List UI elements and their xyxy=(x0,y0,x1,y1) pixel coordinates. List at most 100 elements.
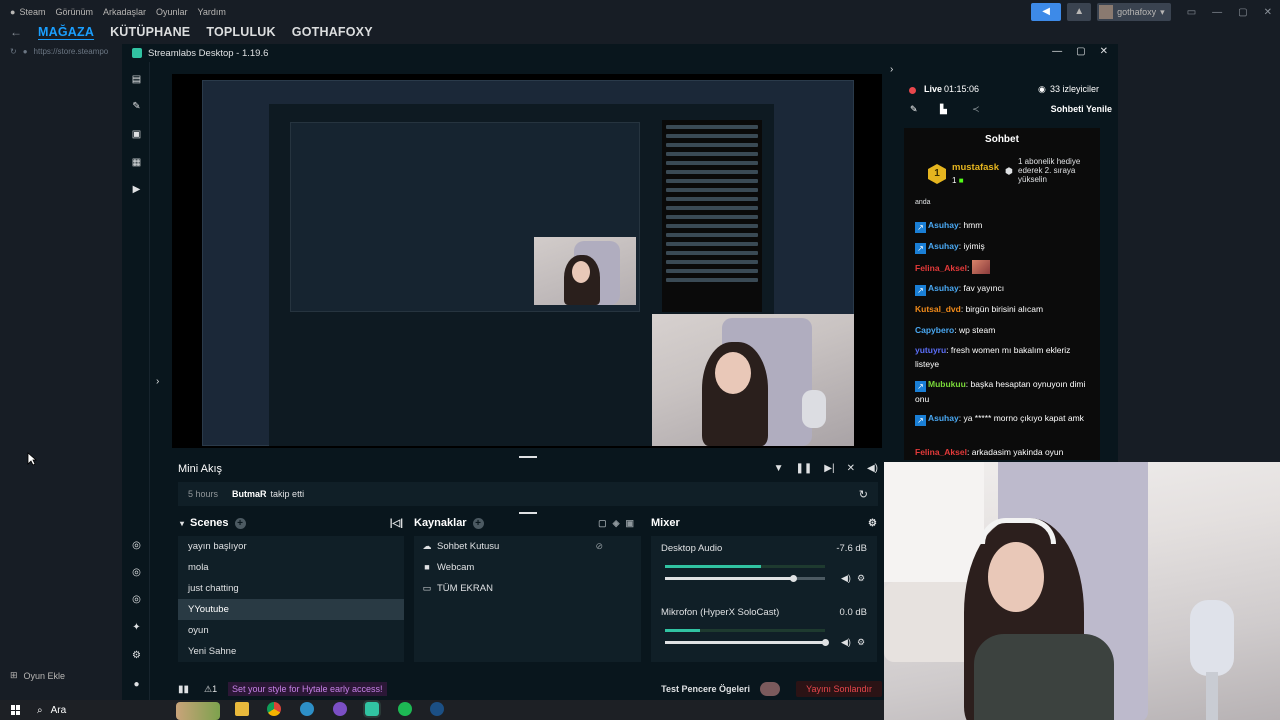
mixer-title: Mixer xyxy=(651,517,680,529)
source-tools-icons[interactable]: ▢◈▣ xyxy=(598,518,640,529)
lock-icon: ● xyxy=(22,46,28,56)
apps-icon[interactable]: ◎ xyxy=(131,594,142,605)
speaker-icon[interactable]: ◀) xyxy=(841,637,851,648)
chat-username[interactable]: Felina_Aksel xyxy=(915,447,967,457)
scene-item[interactable]: yayın başlıyor xyxy=(178,536,404,557)
collapse-icon[interactable]: |◁| xyxy=(390,518,403,529)
skip-icon[interactable]: ▶| xyxy=(824,463,834,474)
source-item[interactable]: ▭ TÜM EKRAN xyxy=(414,578,641,599)
taskbar-search[interactable]: ⌕ Ara xyxy=(37,705,66,716)
resize-handle[interactable] xyxy=(519,512,537,514)
chat-username[interactable]: Capybero xyxy=(915,325,954,335)
maximize-icon[interactable]: ▢ xyxy=(1076,46,1085,57)
resize-handle[interactable] xyxy=(519,456,537,458)
stats-icon[interactable]: ▮▮ xyxy=(178,684,189,695)
gear-icon[interactable]: ⚙ xyxy=(868,518,877,529)
themes-icon[interactable]: ✎ xyxy=(131,101,142,112)
pause-icon[interactable]: ❚❚ xyxy=(796,463,813,474)
streamlabs-icon[interactable] xyxy=(365,702,379,716)
replay-icon[interactable]: ↻ xyxy=(859,488,868,501)
minimize-icon[interactable]: — xyxy=(1212,7,1222,18)
end-stream-button[interactable]: Yayını Sonlandır xyxy=(796,681,882,697)
tab-library[interactable]: KÜTÜPHANE xyxy=(110,25,190,39)
chevron-right-icon[interactable]: › xyxy=(890,64,893,75)
notifications-button[interactable]: ▲ xyxy=(1067,3,1092,21)
tab-store[interactable]: MAĞAZA xyxy=(38,25,94,39)
settings-icon[interactable]: ⚙ xyxy=(131,650,142,661)
user-menu-button[interactable]: gothafoxy ▾ xyxy=(1097,3,1171,21)
layout-icon[interactable]: ▦ xyxy=(131,157,142,168)
test-widgets-button[interactable]: Test Pencere Ögeleri xyxy=(661,684,750,694)
gift-user[interactable]: mustafask xyxy=(952,162,999,173)
volume-slider[interactable] xyxy=(665,575,825,582)
chevron-down-icon[interactable]: ▾ xyxy=(180,519,184,528)
chrome-icon[interactable] xyxy=(267,702,281,716)
tab-community[interactable]: TOPLULUK xyxy=(206,25,275,39)
add-source-button[interactable]: + xyxy=(472,517,484,529)
chat-username[interactable]: Asuhay xyxy=(928,283,959,293)
gear-icon[interactable]: ⚙ xyxy=(857,637,865,648)
volume-slider[interactable] xyxy=(665,639,829,646)
big-picture-icon[interactable]: ▭ xyxy=(1187,7,1196,18)
add-scene-button[interactable]: + xyxy=(234,517,246,529)
slider-knob[interactable] xyxy=(822,639,829,646)
scene-item[interactable]: mola xyxy=(178,557,404,578)
scene-item-selected[interactable]: YYoutube xyxy=(178,599,404,620)
app-icon[interactable] xyxy=(300,702,314,716)
windows-start-icon[interactable] xyxy=(11,705,21,715)
alert-indicator[interactable]: ⚠1 xyxy=(204,684,217,695)
menu-view[interactable]: Görünüm xyxy=(55,7,93,17)
chat-username[interactable]: Asuhay xyxy=(928,413,959,423)
chat-username[interactable]: Asuhay xyxy=(928,220,959,230)
announcement-button[interactable]: ◀ xyxy=(1031,3,1062,21)
pencil-icon[interactable]: ✎ xyxy=(910,104,918,115)
spotify-icon[interactable] xyxy=(398,702,412,716)
bookmark-icon[interactable]: ▙ xyxy=(940,104,947,115)
mute-alerts-icon[interactable]: ✕ xyxy=(847,463,855,474)
add-game-button[interactable]: ⊞ Oyun Ekle xyxy=(10,670,65,681)
volume-icon[interactable]: ◀) xyxy=(867,463,878,474)
chat-username[interactable]: Mubukuu xyxy=(928,379,966,389)
reload-icon[interactable]: ↻ xyxy=(10,47,17,56)
chevron-right-icon[interactable]: › xyxy=(156,376,159,387)
tab-profile[interactable]: GOTHAFOXY xyxy=(292,25,373,39)
filter-icon[interactable]: ▼ xyxy=(774,463,784,474)
chat-username[interactable]: yutuyru xyxy=(915,345,946,355)
scene-item[interactable]: just chatting xyxy=(178,578,404,599)
close-icon[interactable]: ✕ xyxy=(1264,7,1272,18)
user-icon[interactable]: ● xyxy=(131,679,142,690)
steam-icon[interactable] xyxy=(430,702,444,716)
scene-item[interactable]: oyun xyxy=(178,620,404,641)
menu-games[interactable]: Oyunlar xyxy=(156,7,188,17)
store-icon[interactable]: ▣ xyxy=(131,129,142,140)
highlighter-icon[interactable]: ◎ xyxy=(131,540,142,551)
share-icon[interactable]: ≺ xyxy=(972,104,980,115)
monitor-icon: ▭ xyxy=(422,583,432,593)
maximize-icon[interactable]: ▢ xyxy=(1238,7,1247,18)
scene-item[interactable]: Yeni Sahne xyxy=(178,641,404,662)
minimize-icon[interactable]: — xyxy=(1052,46,1062,57)
back-arrow-icon[interactable]: ← xyxy=(10,25,22,39)
chat-username[interactable]: Kutsal_dvd xyxy=(915,304,961,314)
eye-off-icon[interactable]: ⊘ xyxy=(595,536,603,557)
slider-knob[interactable] xyxy=(790,575,797,582)
close-icon[interactable]: ✕ xyxy=(1100,46,1108,57)
file-explorer-icon[interactable] xyxy=(235,702,249,716)
play-icon[interactable]: ▶ xyxy=(131,184,142,195)
menu-friends[interactable]: Arkadaşlar xyxy=(103,7,146,17)
source-item[interactable]: ■ Webcam xyxy=(414,557,641,578)
chat-username[interactable]: Felina_Aksel xyxy=(915,263,967,273)
widget-icon[interactable] xyxy=(176,702,220,720)
editor-icon[interactable]: ▤ xyxy=(131,74,142,85)
refresh-chat-button[interactable]: Sohbeti Yenile xyxy=(1051,104,1112,114)
gear-icon[interactable]: ⚙ xyxy=(857,573,865,584)
chat-username[interactable]: Asuhay xyxy=(928,241,959,251)
source-item[interactable]: ☁ Sohbet Kutusu ⊘ xyxy=(414,536,641,557)
speaker-icon[interactable]: ◀) xyxy=(841,573,851,584)
steam-menu-steam[interactable]: ● Steam xyxy=(10,7,45,17)
promo-banner[interactable]: Set your style for Hytale early access! xyxy=(228,682,387,696)
spark-icon[interactable]: ✦ xyxy=(131,622,142,633)
discord-icon[interactable] xyxy=(333,702,347,716)
menu-help[interactable]: Yardım xyxy=(198,7,226,17)
cloud-icon[interactable]: ◎ xyxy=(131,567,142,578)
